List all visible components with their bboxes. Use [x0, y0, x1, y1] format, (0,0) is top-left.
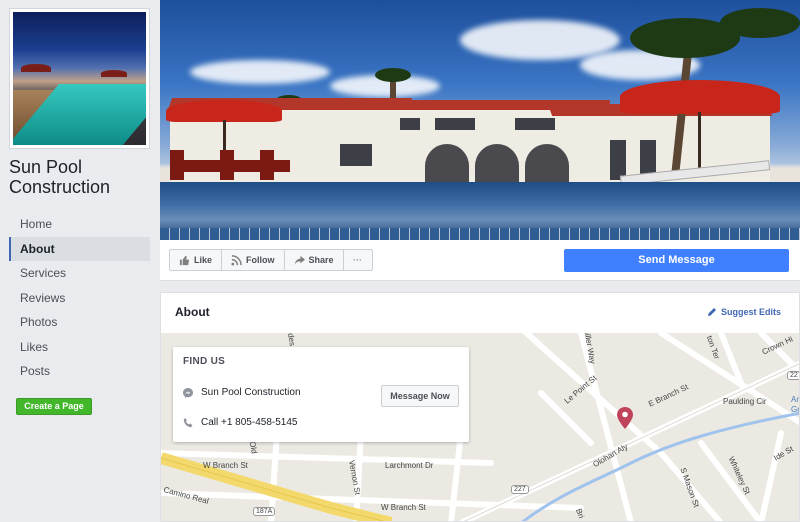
- villa-window: [340, 144, 372, 166]
- create-page-button[interactable]: Create a Page: [16, 398, 92, 415]
- business-name: Sun Pool Construction: [201, 387, 301, 398]
- follow-button[interactable]: Follow: [222, 250, 285, 270]
- left-column: Sun Pool Construction Home About Service…: [0, 0, 158, 522]
- street-label: Gr: [791, 405, 800, 414]
- thumbs-up-icon: [179, 255, 190, 265]
- highway-shield: 187A: [253, 507, 276, 516]
- profile-picture[interactable]: [13, 12, 146, 145]
- suggest-edits-link[interactable]: Suggest Edits: [707, 307, 781, 317]
- action-button-group: Like Follow Share ···: [169, 249, 373, 271]
- profile-umbrella: [101, 70, 127, 77]
- phone-row[interactable]: Call +1 805-458-5145: [183, 417, 297, 428]
- business-name-row: Sun Pool Construction: [183, 387, 301, 398]
- send-message-button[interactable]: Send Message: [564, 249, 789, 272]
- palm-fronds: [720, 8, 800, 38]
- about-card: About Suggest Edits E Branch St Le Point…: [160, 292, 800, 522]
- cloud: [190, 60, 330, 84]
- pencil-icon: [707, 308, 716, 316]
- street-label: Arr: [791, 395, 799, 404]
- nav-item-about[interactable]: About: [9, 236, 150, 261]
- page-title[interactable]: Sun Pool Construction: [9, 157, 154, 197]
- share-button[interactable]: Share: [285, 250, 344, 270]
- street-label: Larchmont Dr: [385, 461, 434, 470]
- share-label: Share: [308, 255, 334, 265]
- pool-tile-edge: [160, 228, 800, 240]
- phone-number: Call +1 805-458-5145: [201, 417, 298, 428]
- profile-umbrella: [21, 64, 51, 72]
- patio-umbrella: [166, 100, 282, 122]
- map-pin-icon[interactable]: [617, 407, 633, 429]
- highway-shield: 227: [787, 371, 799, 380]
- villa-door: [610, 140, 626, 180]
- street-label: Paulding Cir: [723, 397, 767, 406]
- patio-chair: [260, 150, 274, 180]
- share-arrow-icon: [294, 255, 305, 265]
- find-us-heading: FIND US: [183, 356, 226, 367]
- message-now-button[interactable]: Message Now: [381, 385, 459, 407]
- like-label: Like: [194, 255, 213, 265]
- villa-window: [400, 118, 420, 130]
- villa-window: [515, 118, 555, 130]
- more-options-button[interactable]: ···: [344, 250, 372, 270]
- suggest-edits-label: Suggest Edits: [720, 307, 781, 317]
- street-label: W Branch St: [381, 503, 426, 512]
- find-us-panel: FIND US Sun Pool Construction Message No…: [173, 347, 469, 442]
- page-nav: Home About Services Reviews Photos Likes…: [9, 212, 150, 384]
- patio-umbrella: [620, 80, 780, 114]
- patio-chair: [220, 150, 234, 180]
- rss-icon: [231, 254, 242, 266]
- location-map[interactable]: E Branch St Le Point St Miller Way Crown…: [161, 333, 800, 521]
- umbrella-pole: [698, 112, 701, 172]
- street-label: des: [285, 333, 298, 347]
- nav-item-posts[interactable]: Posts: [9, 359, 150, 384]
- palm-fronds: [375, 68, 411, 82]
- about-heading: About: [175, 305, 210, 319]
- page-action-bar: Like Follow Share ··· Send Message: [160, 240, 800, 281]
- nav-item-home[interactable]: Home: [9, 212, 150, 237]
- follow-label: Follow: [246, 255, 275, 265]
- messenger-icon: [183, 387, 193, 398]
- profile-picture-frame[interactable]: [9, 8, 150, 149]
- street-label: W Branch St: [203, 461, 248, 470]
- patio-chair: [170, 150, 184, 180]
- more-dots-icon: ···: [353, 255, 363, 265]
- highway-shield: 227: [511, 485, 529, 494]
- nav-item-likes[interactable]: Likes: [9, 335, 150, 360]
- nav-item-photos[interactable]: Photos: [9, 310, 150, 335]
- like-button[interactable]: Like: [170, 250, 223, 270]
- nav-item-services[interactable]: Services: [9, 261, 150, 286]
- street-label: Old: [247, 440, 259, 455]
- nav-item-reviews[interactable]: Reviews: [9, 286, 150, 311]
- phone-icon: [183, 417, 193, 427]
- cover-photo[interactable]: [160, 0, 800, 240]
- villa-window: [435, 118, 475, 130]
